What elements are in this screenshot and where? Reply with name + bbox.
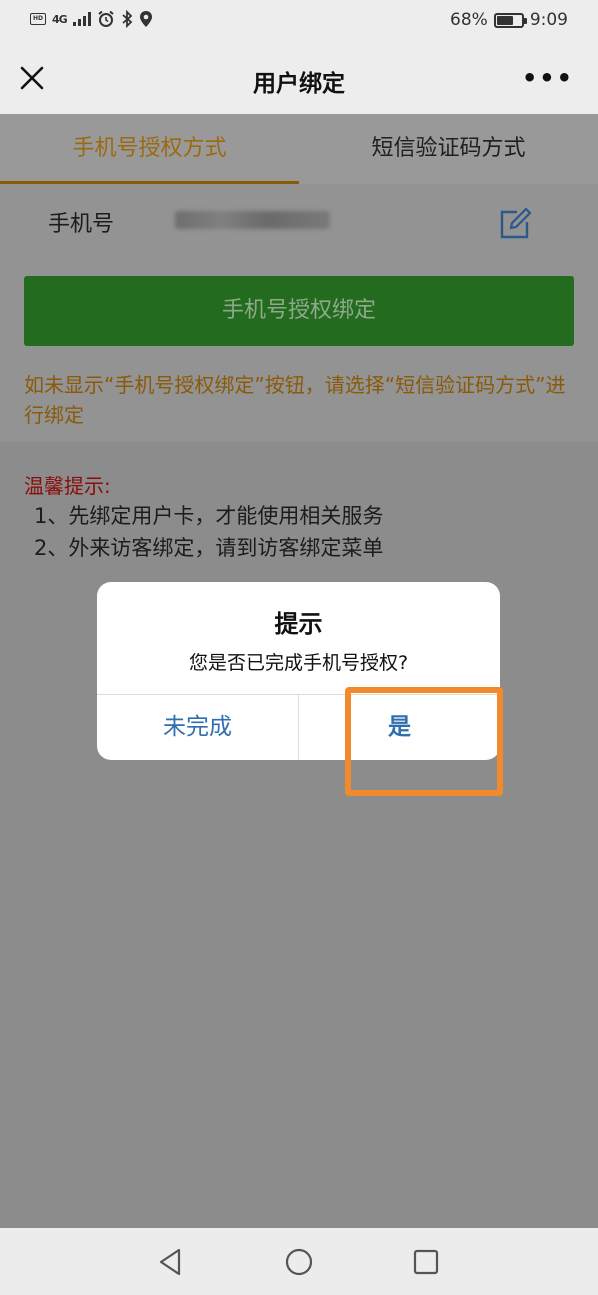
hd-badge: HD [30,13,46,25]
not-completed-button[interactable]: 未完成 [97,695,298,760]
home-circle-icon[interactable] [281,1244,317,1280]
battery-percent: 68% [450,10,488,30]
page-title: 用户绑定 [253,71,345,97]
bluetooth-icon [122,10,133,28]
phone-label: 手机号 [48,212,115,237]
back-triangle-icon[interactable] [153,1244,189,1280]
nav-bar: 用户绑定 ••• [0,44,598,114]
more-icon[interactable]: ••• [522,66,574,90]
status-bar: HD 4G 68% 9:09 [0,0,598,44]
alarm-icon [98,10,114,27]
edit-icon[interactable] [497,206,533,242]
bind-hint: 如未显示“手机号授权绑定”按钮，请选择“短信验证码方式”进行绑定 [24,373,566,427]
network-label: 4G [52,12,68,26]
location-icon [139,11,152,27]
tab-phone-authorization[interactable]: 手机号授权方式 [0,114,299,184]
status-right: 68% 9:09 [450,10,568,30]
tip-line: 2、外来访客绑定，请到访客绑定菜单 [34,536,384,560]
dialog-title: 提示 [274,610,323,638]
recents-square-icon[interactable] [408,1244,444,1280]
tips-title: 温馨提示: [24,474,111,498]
tip-line: 1、先绑定用户卡，才能使用相关服务 [34,504,384,528]
phone-number-masked [175,211,330,229]
phone-authorize-bind-button[interactable]: 手机号授权绑定 [24,276,574,346]
system-nav-bar [0,1228,598,1295]
clock: 9:09 [529,10,568,30]
battery-fill [496,15,514,25]
tab-sms-code[interactable]: 短信验证码方式 [299,114,598,184]
status-left-icons: HD 4G [30,10,153,28]
binding-method-tabs: 手机号授权方式 短信验证码方式 [0,114,598,184]
battery-icon [493,12,527,28]
dialog-message: 您是否已完成手机号授权? [188,652,409,674]
signal-icon [72,12,91,26]
highlight-box [345,687,503,796]
